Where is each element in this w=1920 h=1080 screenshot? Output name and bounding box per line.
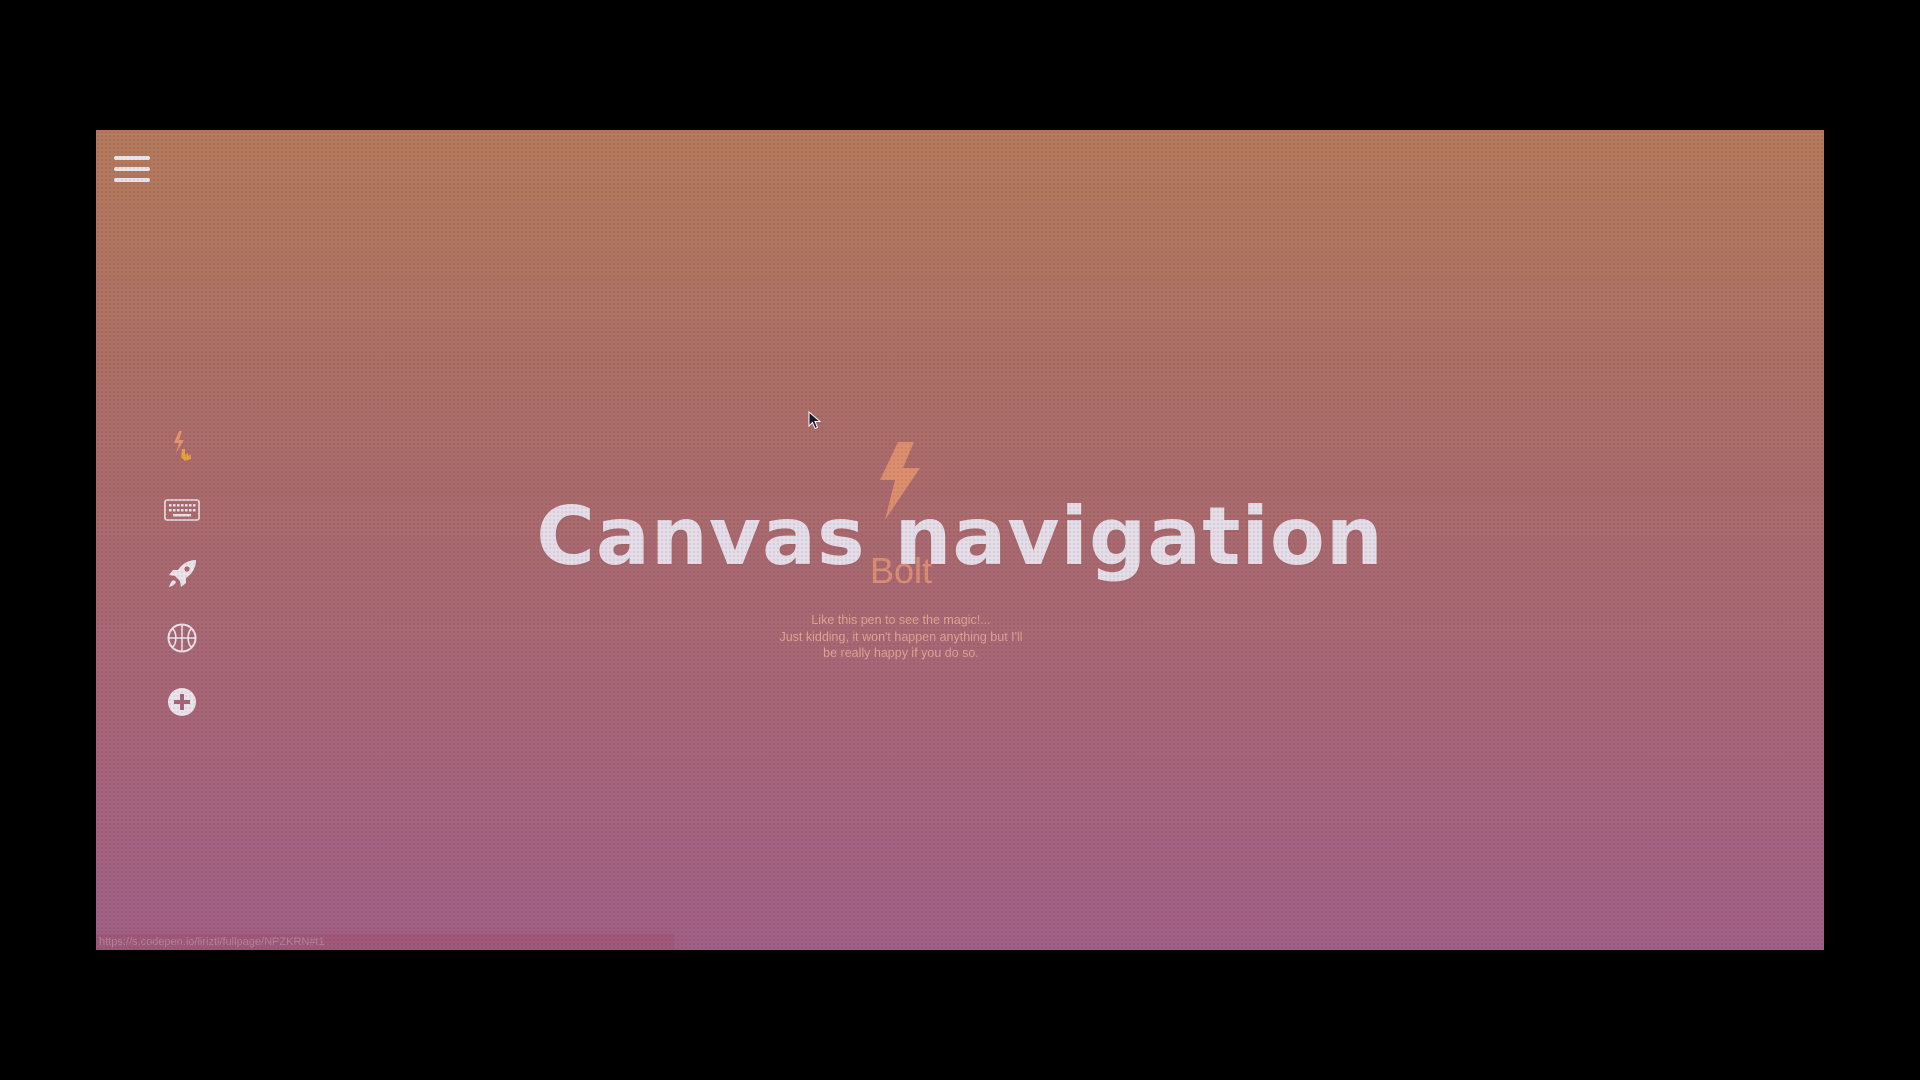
hero-section: Canvas navigation Bolt Like this pen to … [96,130,1824,950]
status-bar-url: https://s.codepen.io/liriztl/fullpage/NP… [96,934,674,950]
canvas-stage: Canvas navigation Bolt Like this pen to … [96,130,1824,950]
hero-message-line: be really happy if you do so. [823,646,979,660]
hero-message: Like this pen to see the magic!... Just … [96,612,1706,662]
mouse-cursor-icon [808,411,822,430]
hero-message-line: Like this pen to see the magic!... [811,613,991,627]
hero-message-line: Just kidding, it won't happen anything b… [779,629,1023,644]
active-item-label: Bolt [869,550,933,591]
